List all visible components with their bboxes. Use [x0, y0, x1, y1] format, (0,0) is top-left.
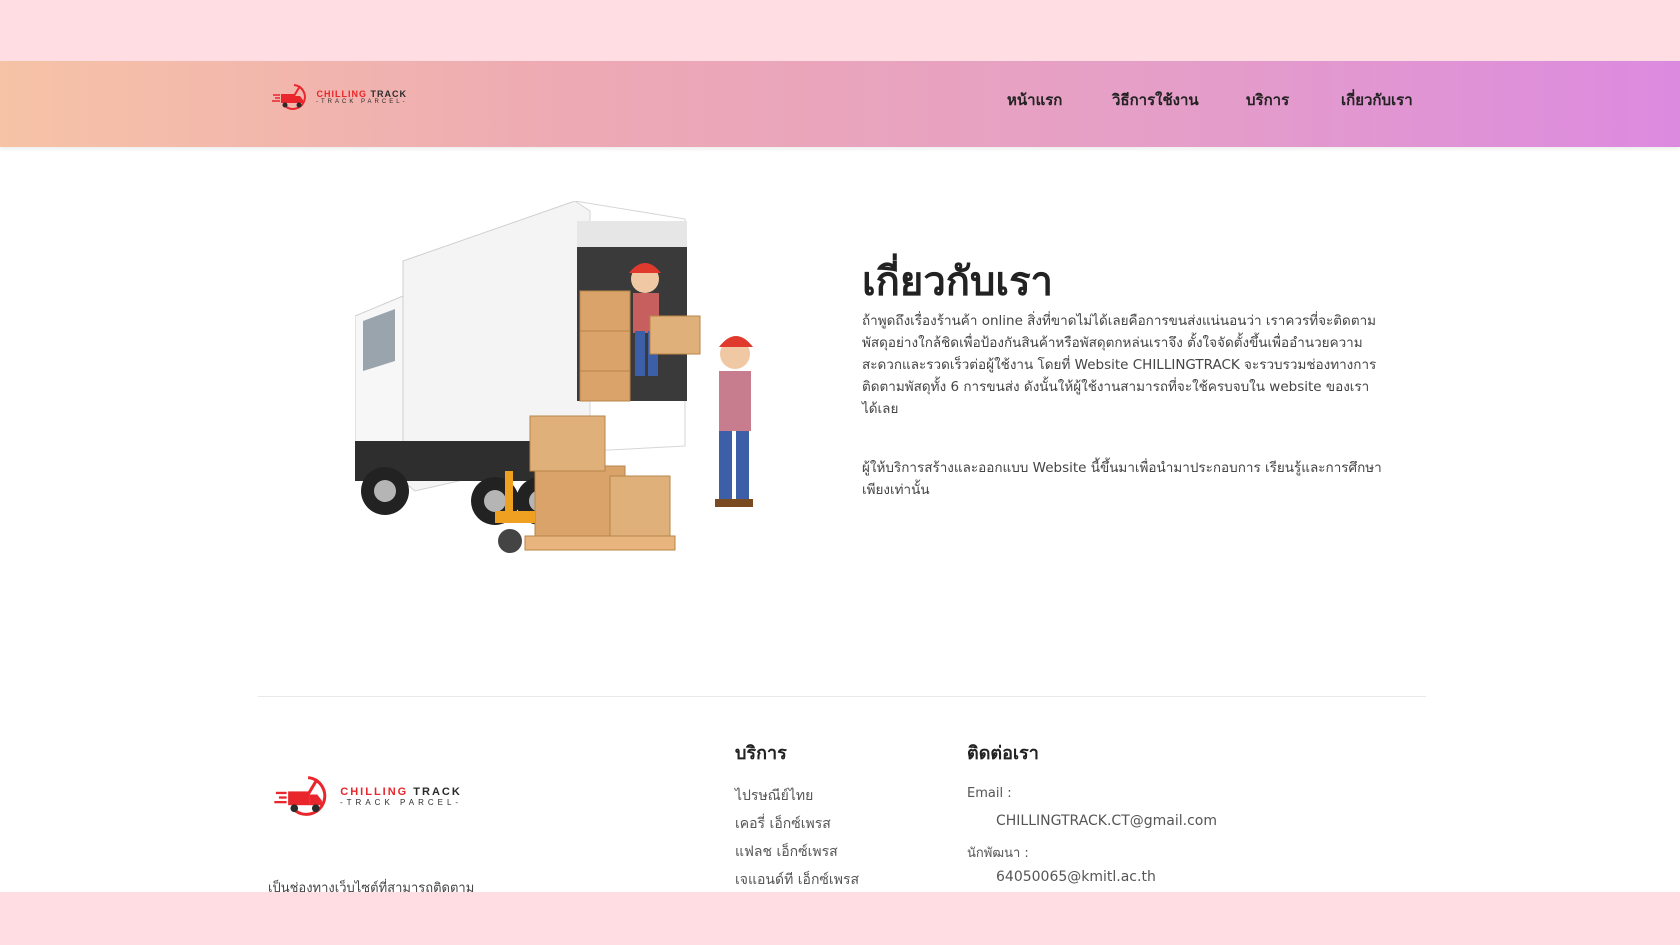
- footer-email-value[interactable]: CHILLINGTRACK.CT@gmail.com: [996, 813, 1217, 829]
- page-viewport: CHILLING TRACK -TRACK PARCEL- หน้าแรก วิ…: [0, 61, 1680, 892]
- footer-logo-subtitle: -TRACK PARCEL-: [340, 797, 463, 807]
- footer-logo-title: CHILLING TRACK: [340, 786, 462, 798]
- footer-link-thailand-post[interactable]: ไปรษณีย์ไทย: [735, 785, 813, 807]
- nav-item-how-to-use[interactable]: วิธีการใช้งาน: [1112, 88, 1199, 112]
- footer-services-heading: บริการ: [735, 743, 787, 764]
- nav-item-about[interactable]: เกี่ยวกับเรา: [1341, 88, 1413, 112]
- top-navbar: CHILLING TRACK -TRACK PARCEL- หน้าแรก วิ…: [0, 61, 1680, 147]
- nav-item-home[interactable]: หน้าแรก: [1007, 88, 1062, 112]
- truck-logo-icon: [274, 776, 327, 816]
- nav-menu: หน้าแรก วิธีการใช้งาน บริการ เกี่ยวกับเร…: [0, 88, 1680, 118]
- footer-developer-label: นักพัฒนา :: [967, 846, 1029, 861]
- footer-email-label: Email :: [967, 786, 1012, 801]
- footer-contact-heading: ติดต่อเรา: [967, 743, 1039, 764]
- footer-logo-title-red: CHILLING: [340, 785, 409, 798]
- about-title: เกี่ยวกับเรา: [862, 259, 1054, 305]
- footer-logo-title-dark: TRACK: [413, 785, 462, 798]
- about-paragraph-1: ถ้าพูดถึงเรื่องร้านค้า online สิ่งที่ขาด…: [862, 313, 1377, 417]
- footer-divider: [258, 696, 1426, 697]
- nav-item-services[interactable]: บริการ: [1246, 88, 1289, 112]
- about-paragraph-2: ผู้ให้บริการสร้างและออกแบบ Website นี้ขึ…: [862, 460, 1382, 498]
- delivery-truck-illustration: [355, 201, 753, 553]
- footer-brand-logo[interactable]: CHILLING TRACK -TRACK PARCEL-: [274, 773, 462, 819]
- footer-link-jt-express[interactable]: เจแอนด์ที เอ็กซ์เพรส: [735, 869, 859, 891]
- footer-link-kerry-express[interactable]: เคอรี่ เอ็กซ์เพรส: [735, 813, 831, 835]
- footer-link-flash-express[interactable]: แฟลช เอ็กซ์เพรส: [735, 841, 838, 863]
- footer-developer-value[interactable]: 64050065@kmitl.ac.th: [996, 869, 1156, 885]
- footer-description: เป็นช่องทางเว็บไซต์ที่สามารถติดตาม: [268, 881, 475, 892]
